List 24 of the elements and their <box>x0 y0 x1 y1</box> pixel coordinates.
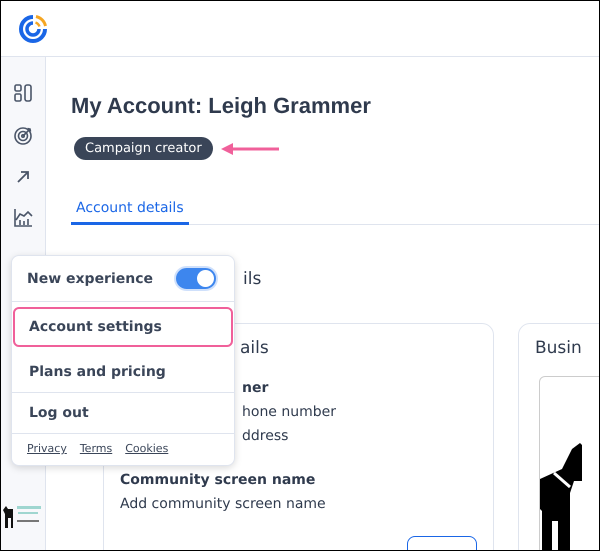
toggle-switch[interactable] <box>174 266 218 291</box>
menu-item[interactable]: Plans and pricing <box>13 352 233 392</box>
chart-icon[interactable] <box>13 208 33 228</box>
toggle-label: New experience <box>27 270 154 286</box>
arrow-icon[interactable] <box>15 169 31 185</box>
footer-link[interactable]: Cookies <box>125 442 168 455</box>
field-value: Add community screen name <box>120 495 327 514</box>
footer-link[interactable]: Privacy <box>27 442 67 455</box>
target-icon[interactable] <box>13 126 33 146</box>
page-title: My Account: Leigh Grammer <box>71 93 372 119</box>
section-heading: ils <box>243 269 262 289</box>
card-title: Busin <box>535 338 583 358</box>
menu-item[interactable]: Log out <box>13 393 233 433</box>
detail-text: ner <box>241 379 270 398</box>
card-title: ails <box>239 338 270 358</box>
footer-link[interactable]: Terms <box>80 442 112 455</box>
field-label: Community screen name <box>120 471 316 490</box>
role-badge: Campaign creator <box>74 137 213 160</box>
tab[interactable]: Account details <box>71 200 189 225</box>
pointer-arrow-icon <box>220 142 281 156</box>
app-logo-icon[interactable] <box>17 12 49 44</box>
menu-item[interactable]: Account settings <box>13 307 233 347</box>
detail-text: hone number <box>241 403 338 422</box>
dashboard-icon[interactable] <box>13 83 33 103</box>
